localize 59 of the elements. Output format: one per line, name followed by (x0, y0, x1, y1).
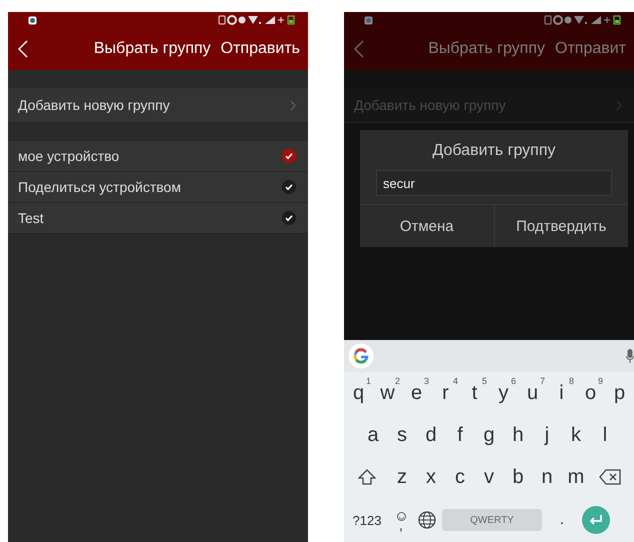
key-hint: 1 (366, 376, 371, 386)
key-hint: 9 (598, 376, 603, 386)
group-name: Test (18, 210, 44, 226)
send-button[interactable]: Отправить (220, 40, 300, 58)
send-button[interactable]: Отправит (555, 40, 626, 58)
symbols-key[interactable]: ?123 (350, 512, 384, 528)
key-hint: 8 (568, 376, 574, 386)
notification-icon (364, 16, 373, 24)
key-hint: 3 (424, 376, 429, 386)
key[interactable]: s (388, 416, 416, 454)
key[interactable]: k (562, 416, 590, 454)
key-hint: 7 (540, 376, 545, 386)
notification-icon (28, 16, 37, 24)
group-row[interactable]: Test (8, 203, 308, 234)
key-hint: 5 (482, 376, 487, 386)
key[interactable]: g (474, 416, 504, 454)
key[interactable]: l (590, 416, 620, 454)
microphone-icon[interactable] (626, 349, 634, 363)
key[interactable]: x (416, 458, 446, 496)
backspace-icon[interactable] (598, 469, 620, 485)
key[interactable]: z (388, 458, 416, 496)
period-key[interactable]: . (548, 511, 576, 529)
smiley-icon (396, 512, 406, 520)
chevron-icon (290, 100, 296, 110)
key[interactable]: i 8 (547, 374, 576, 412)
key-hint: 6 (510, 376, 516, 386)
key[interactable]: m (562, 458, 590, 496)
key[interactable]: n (532, 458, 562, 496)
header-title: Выбрать группу (94, 40, 211, 58)
key[interactable]: h (504, 416, 532, 454)
group-row[interactable]: мое устройство (8, 141, 308, 172)
space-key[interactable]: QWERTY (442, 509, 542, 531)
header-title: Выбрать группу (428, 40, 545, 58)
group-name: мое устройство (18, 148, 120, 164)
key[interactable]: c (446, 458, 474, 496)
row-label: Добавить новую группу (18, 97, 170, 113)
add-group-row[interactable]: Добавить новую группу (8, 88, 308, 123)
key[interactable]: d (416, 416, 446, 454)
google-icon[interactable] (348, 343, 374, 369)
key[interactable]: v (474, 458, 504, 496)
key[interactable]: b (504, 458, 532, 496)
key[interactable]: f (446, 416, 474, 454)
group-name: Поделиться устройством (18, 179, 181, 195)
key-hint: 2 (394, 376, 400, 386)
key[interactable]: j (532, 416, 562, 454)
back-icon (354, 40, 364, 58)
shift-icon[interactable] (358, 469, 376, 485)
back-icon (18, 40, 28, 58)
enter-icon[interactable] (582, 506, 610, 534)
key[interactable]: a (358, 416, 388, 454)
chevron-icon (616, 100, 622, 110)
group-name-field[interactable]: secur (376, 170, 612, 196)
dialog-title: Добавить группу (431, 141, 557, 161)
group-row[interactable]: Поделиться устройством (8, 172, 308, 203)
key[interactable]: t 5 (460, 374, 489, 412)
key[interactable]: r 4 (431, 374, 460, 412)
key-hint: 4 (452, 376, 458, 386)
globe-icon[interactable] (418, 511, 436, 529)
key[interactable]: p (605, 374, 634, 412)
